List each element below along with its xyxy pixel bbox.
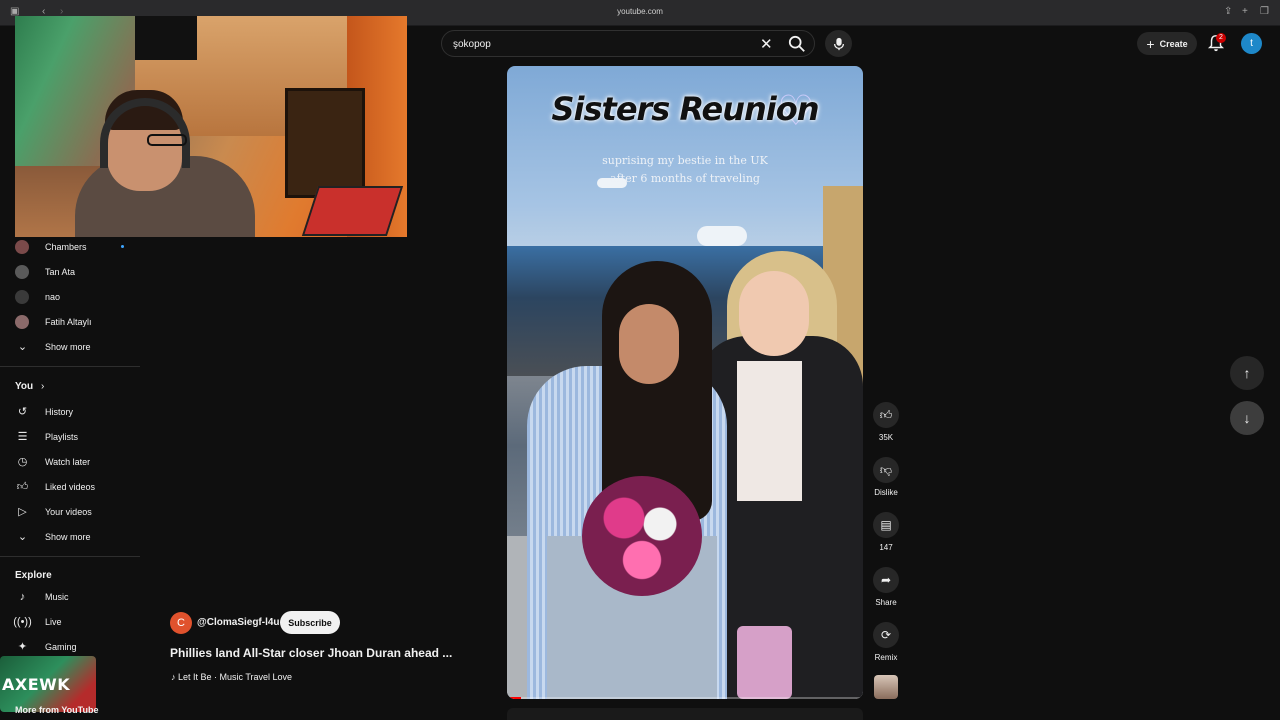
short-metadata: C @ClomaSiegf-l4u Subscribe Phillies lan… (170, 611, 470, 691)
sidebar-item-watch-later[interactable]: ◷ Watch later (0, 449, 140, 474)
microphone-icon (833, 37, 844, 50)
channel-avatar (15, 314, 29, 329)
sidebar-item-history[interactable]: ↺ History (0, 399, 140, 424)
short-video-player[interactable]: ♡ Sisters Reunion suprising my bestie in… (507, 66, 863, 699)
share-action[interactable]: ➦ Share (869, 567, 903, 607)
webcam-shelf (285, 88, 365, 198)
channel-avatar (15, 239, 29, 254)
tabs-overview-icon[interactable]: ❐ (1260, 6, 1269, 17)
comment-count: 147 (879, 543, 893, 552)
share-label: Share (875, 598, 897, 607)
subscriptions-show-more[interactable]: ⌄ Show more (0, 334, 140, 359)
sidebar-item-your-videos[interactable]: ▷ Your videos (0, 499, 140, 524)
previous-short-button[interactable]: ↑ (1230, 356, 1264, 390)
sidebar-item-playlists[interactable]: ☰ Playlists (0, 424, 140, 449)
webcam-overlay (15, 16, 407, 237)
music-note-icon: ♪ (171, 672, 176, 682)
sidebar-item-live[interactable]: ((•)) Live (0, 609, 140, 634)
notification-badge: 2 (1216, 33, 1226, 43)
handbag (737, 626, 792, 699)
next-short-button[interactable]: ↓ (1230, 401, 1264, 435)
search-bar: ✕ (441, 30, 815, 57)
dislike-action[interactable]: 👎︎ Dislike (869, 457, 903, 497)
streamer-logo-text: AXEWK (2, 675, 71, 694)
sidebar-item-music[interactable]: ♪ Music (0, 584, 140, 609)
music-note-icon: ♪ (19, 590, 26, 603)
share-arrow-icon[interactable]: ➦ (873, 567, 899, 593)
thumbs-up-icon: 👍︎ (16, 481, 29, 493)
person-shirt (737, 361, 802, 501)
subscribe-button[interactable]: Subscribe (280, 611, 340, 634)
thumbs-down-icon[interactable]: 👎︎ (873, 457, 899, 483)
comments-action[interactable]: ▤ 147 (869, 512, 903, 552)
video-title[interactable]: Phillies land All-Star closer Jhoan Dura… (170, 646, 460, 660)
remix-label: Remix (874, 653, 898, 662)
divider (0, 556, 140, 557)
video-scene-cloud (697, 226, 747, 246)
glasses (147, 134, 187, 146)
clock-icon: ◷ (17, 456, 28, 468)
channel-name[interactable]: @ClomaSiegf-l4u (197, 617, 280, 628)
search-icon[interactable] (788, 35, 806, 53)
sidebar-item-chambers[interactable]: Chambers (0, 234, 140, 259)
streamer-logo-overlay: AXEWK (0, 656, 96, 712)
remix-icon[interactable]: ⟳ (873, 622, 899, 648)
sidebar-item-fatih-altayli[interactable]: Fatih Altaylı (0, 309, 140, 334)
clear-search-icon[interactable]: ✕ (760, 35, 773, 53)
explore-heading: Explore (15, 570, 52, 581)
video-caption-line: after 6 months of traveling (610, 172, 760, 185)
music-credit[interactable]: ♪ Let It Be · Music Travel Love (171, 672, 292, 682)
video-progress-fill (507, 697, 522, 699)
channel-avatar[interactable]: C (170, 612, 192, 634)
sidebar-item-tan-ata[interactable]: Tan Ata (0, 259, 140, 284)
sound-thumbnail[interactable] (874, 675, 898, 699)
gaming-icon: ✦ (17, 641, 28, 653)
channel-avatar (15, 264, 29, 279)
search-input[interactable] (453, 39, 753, 50)
person-face (739, 271, 809, 356)
person-face (619, 304, 679, 384)
flower-bouquet (582, 476, 702, 596)
arrow-up-icon: ↑ (1243, 365, 1251, 381)
history-icon: ↺ (17, 406, 28, 418)
channel-avatar (15, 289, 29, 304)
you-show-more[interactable]: ⌄ Show more (0, 524, 140, 549)
comment-icon[interactable]: ▤ (873, 512, 899, 538)
sidebar-item-nao[interactable]: nao (0, 284, 140, 309)
chevron-down-icon: ⌄ (17, 341, 28, 353)
new-tab-icon[interactable]: + (1242, 6, 1248, 17)
sidebar-item-liked-videos[interactable]: 👍︎ Liked videos (0, 474, 140, 499)
you-heading[interactable]: You › (15, 381, 44, 392)
playlists-icon: ☰ (17, 431, 28, 443)
user-avatar[interactable]: t (1241, 33, 1262, 54)
dislike-label: Dislike (874, 488, 898, 497)
video-caption-title: Sisters Reunion (551, 90, 819, 128)
plus-icon: + (1146, 35, 1155, 52)
live-icon: ((•)) (13, 615, 32, 628)
play-square-icon: ▷ (18, 506, 27, 518)
drum-machine (301, 186, 404, 236)
remix-action[interactable]: ⟳ Remix (869, 622, 903, 662)
create-button[interactable]: + Create (1137, 32, 1197, 55)
thumbs-up-icon[interactable]: 👍︎ (873, 402, 899, 428)
next-short-preview (507, 708, 863, 720)
address-bar[interactable]: youtube.com (600, 7, 680, 16)
chevron-right-icon: › (40, 381, 45, 392)
video-caption-line: suprising my bestie in the UK (602, 154, 768, 167)
chevron-down-icon: ⌄ (17, 531, 28, 543)
like-count: 35K (878, 433, 894, 442)
voice-search-button[interactable] (825, 30, 852, 57)
share-icon[interactable]: ⇪ (1224, 6, 1232, 17)
more-from-youtube-heading: More from YouTube (15, 705, 99, 715)
webcam-tv (135, 16, 197, 60)
like-action[interactable]: 👍︎ 35K (869, 402, 903, 442)
arrow-down-icon: ↓ (1243, 410, 1251, 426)
divider (0, 366, 140, 367)
new-content-dot (121, 245, 124, 248)
video-progress-bar[interactable] (507, 697, 863, 699)
